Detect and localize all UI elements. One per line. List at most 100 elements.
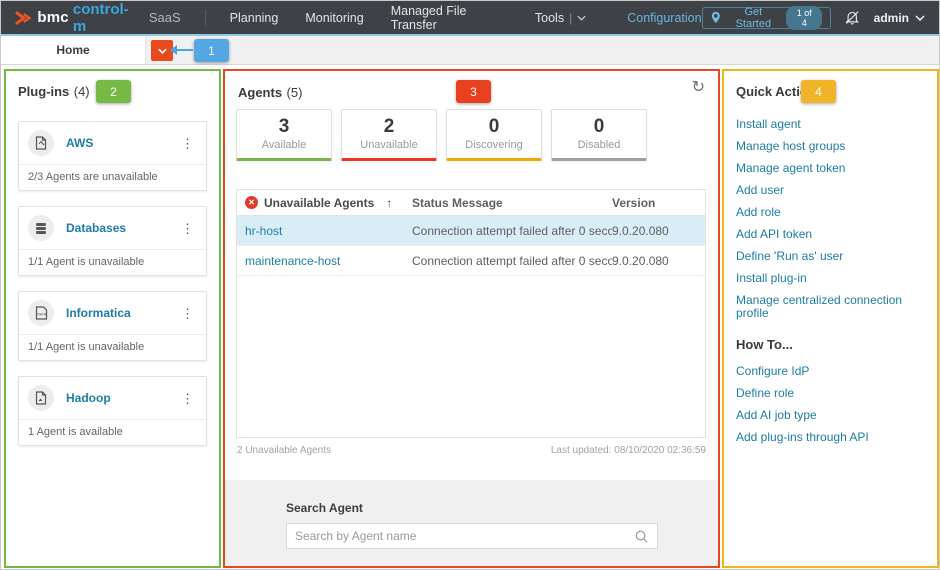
tools-divider: |	[569, 11, 572, 25]
search-agent-label: Search Agent	[286, 501, 363, 515]
logo-text-product: control-m	[73, 1, 140, 35]
link-add-ai-job-type[interactable]: Add AI job type	[736, 409, 925, 422]
stat-card-unavailable[interactable]: 2 Unavailable	[341, 109, 437, 161]
error-status-icon: ✕	[245, 196, 258, 209]
agents-title: Agents	[238, 85, 282, 100]
plugin-card-informatica: INFA Informatica ⋮ 1/1 Agent is unavaila…	[18, 291, 207, 361]
top-navigation-bar: bmc control-m SaaS Planning Monitoring M…	[1, 1, 939, 36]
plugin-link-aws[interactable]: AWS	[66, 136, 93, 150]
column-header-version[interactable]: Version	[612, 196, 705, 210]
tab-bar: Home 1	[1, 36, 939, 65]
nav-item-tools[interactable]: Tools |	[535, 11, 586, 25]
annotation-badge-1: 1	[194, 39, 229, 62]
stat-unavailable-label: Unavailable	[360, 139, 417, 151]
plugins-title: Plug-ins	[18, 84, 69, 99]
user-name: admin	[874, 11, 909, 25]
chevron-down-icon	[158, 48, 167, 54]
agents-count: (5)	[287, 85, 303, 100]
nav-item-configuration[interactable]: Configuration	[627, 11, 701, 25]
plugin-link-informatica[interactable]: Informatica	[66, 306, 131, 320]
stat-unavailable-value: 2	[384, 117, 395, 138]
link-manage-centralized-connection-profile[interactable]: Manage centralized connection profile	[736, 294, 925, 320]
column-header-label: Unavailable Agents	[264, 196, 374, 210]
agent-version: 9.0.20.080	[612, 224, 705, 238]
table-row[interactable]: maintenance-host Connection attempt fail…	[237, 246, 705, 276]
logo-text-saas: SaaS	[149, 10, 181, 25]
stat-card-disabled[interactable]: 0 Disabled	[551, 109, 647, 161]
plugin-link-hadoop[interactable]: Hadoop	[66, 391, 111, 405]
agent-status-summary: 3 Available 2 Unavailable 0 Discovering …	[236, 109, 647, 161]
link-install-plug-in[interactable]: Install plug-in	[736, 272, 925, 285]
link-add-user[interactable]: Add user	[736, 184, 925, 197]
user-menu[interactable]: admin	[874, 11, 925, 25]
kebab-menu-icon[interactable]: ⋮	[178, 220, 197, 237]
bmc-logo: bmc control-m SaaS	[15, 1, 181, 35]
table-summary-text: 2 Unavailable Agents	[237, 445, 331, 456]
refresh-icon[interactable]: ↻	[692, 80, 705, 96]
table-row[interactable]: hr-host Connection attempt failed after …	[237, 216, 705, 246]
plugin-status-databases: 1/1 Agent is unavailable	[19, 250, 206, 275]
stat-card-available[interactable]: 3 Available	[236, 109, 332, 161]
chevron-down-icon	[915, 15, 925, 21]
notifications-muted-icon[interactable]	[844, 10, 861, 25]
quick-actions-links: Install agent Manage host groups Manage …	[736, 118, 925, 329]
how-to-title: How To...	[736, 337, 925, 352]
get-started-label: Get Started	[726, 6, 780, 30]
column-header-status-message[interactable]: Status Message	[412, 196, 612, 210]
agent-status-message: Connection attempt failed after 0 seco..…	[412, 254, 612, 268]
main-nav: Planning Monitoring Managed File Transfe…	[230, 4, 702, 32]
database-icon	[28, 215, 54, 241]
unavailable-agents-table: ✕ Unavailable Agents ↑ Status Message Ve…	[236, 189, 706, 438]
search-icon	[634, 529, 649, 544]
plugin-card-aws-header: AWS ⋮	[19, 122, 206, 165]
stat-disabled-label: Disabled	[578, 139, 621, 151]
sort-ascending-icon: ↑	[386, 196, 392, 210]
link-add-role[interactable]: Add role	[736, 206, 925, 219]
table-header-row: ✕ Unavailable Agents ↑ Status Message Ve…	[237, 190, 705, 216]
plugin-status-aws: 2/3 Agents are unavailable	[19, 165, 206, 190]
file-icon	[28, 130, 54, 156]
link-define-role[interactable]: Define role	[736, 387, 925, 400]
chevron-down-icon	[577, 15, 586, 21]
svg-text:INFA: INFA	[37, 312, 46, 317]
plugin-card-aws: AWS ⋮ 2/3 Agents are unavailable	[18, 121, 207, 191]
link-add-api-token[interactable]: Add API token	[736, 228, 925, 241]
tab-home[interactable]: Home	[1, 36, 146, 64]
get-started-button[interactable]: Get Started 1 of 4	[702, 7, 832, 29]
plugin-card-databases-header: Databases ⋮	[19, 207, 206, 250]
agents-panel: Agents (5) 3 ↻ 3 Available 2 Unavailable…	[223, 69, 720, 568]
agent-version: 9.0.20.080	[612, 254, 705, 268]
plugins-count: (4)	[74, 84, 90, 99]
plugin-card-list: AWS ⋮ 2/3 Agents are unavailable Databas…	[18, 121, 207, 446]
location-pin-icon	[711, 11, 721, 24]
nav-item-tools-label: Tools	[535, 11, 564, 25]
kebab-menu-icon[interactable]: ⋮	[178, 305, 197, 322]
how-to-links: Configure IdP Define role Add AI job typ…	[736, 365, 925, 453]
kebab-menu-icon[interactable]: ⋮	[178, 135, 197, 152]
link-configure-idp[interactable]: Configure IdP	[736, 365, 925, 378]
nav-item-managed-file-transfer[interactable]: Managed File Transfer	[391, 4, 508, 32]
link-manage-host-groups[interactable]: Manage host groups	[736, 140, 925, 153]
nav-item-planning[interactable]: Planning	[230, 11, 279, 25]
stat-card-discovering[interactable]: 0 Discovering	[446, 109, 542, 161]
infa-file-icon: INFA	[28, 300, 54, 326]
logo-nav-divider	[205, 10, 206, 26]
plugin-card-hadoop-header: Hadoop ⋮	[19, 377, 206, 420]
link-install-agent[interactable]: Install agent	[736, 118, 925, 131]
annotation-badge-2: 2	[96, 80, 131, 103]
link-manage-agent-token[interactable]: Manage agent token	[736, 162, 925, 175]
nav-item-monitoring[interactable]: Monitoring	[305, 11, 363, 25]
column-header-unavailable-agents[interactable]: ✕ Unavailable Agents ↑	[237, 196, 412, 210]
quick-actions-panel: Quick Actions 4 Install agent Manage hos…	[722, 69, 939, 568]
agent-link-hr-host[interactable]: hr-host	[245, 224, 282, 238]
plugin-link-databases[interactable]: Databases	[66, 221, 126, 235]
agent-link-maintenance-host[interactable]: maintenance-host	[245, 254, 340, 268]
link-add-plug-ins-through-api[interactable]: Add plug-ins through API	[736, 431, 925, 444]
bmc-logo-icon	[15, 10, 33, 26]
last-updated-text: Last updated: 08/10/2020 02:36:59	[551, 445, 706, 456]
link-define-run-as-user[interactable]: Define 'Run as' user	[736, 250, 925, 263]
stat-available-value: 3	[279, 117, 290, 138]
kebab-menu-icon[interactable]: ⋮	[178, 390, 197, 407]
plugin-card-informatica-header: INFA Informatica ⋮	[19, 292, 206, 335]
search-agent-input[interactable]	[287, 529, 634, 543]
